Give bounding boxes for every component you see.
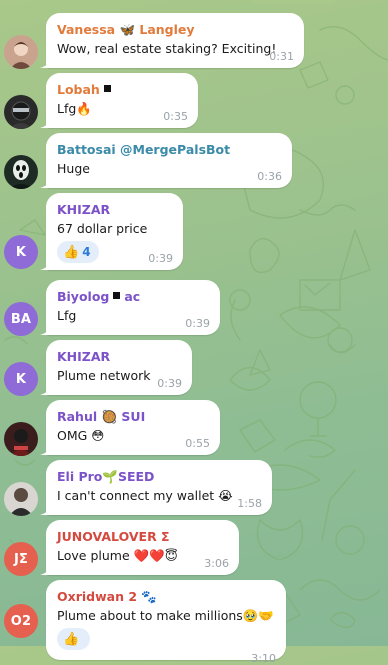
sender-name[interactable]: KHIZAR [57,348,181,366]
avatar-initials: JΣ [13,551,29,567]
message-text: I can't connect my wallet 😭 [57,488,233,503]
avatar[interactable]: BA [4,302,38,336]
avatar[interactable]: K [4,362,38,396]
reaction-count: 4 [82,245,91,259]
avatar[interactable] [4,35,38,69]
message-bubble[interactable]: Rahul 🥘 SUI OMG 😳 0:55 [40,400,220,455]
sender-name[interactable]: Vanessa 🦋 Langley [57,21,293,39]
message-time: 0:35 [163,110,188,123]
avatar-initials: BA [10,311,32,327]
sender-name[interactable]: Biyolog ac [57,288,209,306]
ninja-icon [103,85,111,92]
message-text: Wow, real estate staking? Exciting! [57,41,277,56]
message-bubble[interactable]: Vanessa 🦋 Langley Wow, real estate staki… [40,13,304,68]
sender-name[interactable]: Eli Pro🌱SEED [57,468,261,486]
message-bubble[interactable]: KHIZAR 67 dollar price 👍 4 0:39 [40,193,183,270]
message-time: 1:58 [237,497,262,510]
message-item[interactable]: K KHIZAR 67 dollar price 👍 4 0:39 [0,193,388,271]
message-item[interactable]: Rahul 🥘 SUI OMG 😳 0:55 [0,400,388,460]
avatar-initials: K [15,371,27,387]
message-bubble[interactable]: JUNOVALOVER Σ Love plume ❤️❤️😇 3:06 [40,520,239,575]
sender-name[interactable]: JUNOVALOVER Σ [57,528,228,546]
message-time: 3:06 [204,557,229,570]
avatar-initials: O2 [10,613,32,629]
message-text: 67 dollar price [57,221,148,236]
message-bubble[interactable]: Eli Pro🌱SEED I can't connect my wallet 😭… [40,460,272,515]
message-bubble[interactable]: Lobah Lfg🔥 0:35 [40,73,198,128]
message-item[interactable]: Battosai @MergePalsBot Huge 0:36 [0,133,388,193]
avatar[interactable]: O2 [4,604,38,638]
message-list[interactable]: Vanessa 🦋 Langley Wow, real estate staki… [0,0,388,665]
thumbs-up-icon: 👍 [63,244,80,260]
sender-name[interactable]: Lobah [57,81,187,99]
message-bubble[interactable]: Biyolog ac Lfg 0:39 [40,280,220,335]
avatar[interactable] [4,95,38,129]
message-bubble[interactable]: KHIZAR Plume network 0:39 [40,340,192,395]
message-item[interactable]: JΣ JUNOVALOVER Σ Love plume ❤️❤️😇 3:06 [0,520,388,580]
message-text: Huge [57,161,90,176]
message-time: 0:39 [185,317,210,330]
sender-name[interactable]: Oxridwan 2 🐾 [57,588,275,606]
message-time: 3:10 [251,652,276,665]
message-item[interactable]: Lobah Lfg🔥 0:35 [0,73,388,133]
message-bubble[interactable]: Battosai @MergePalsBot Huge 0:36 [40,133,292,188]
reaction-chip[interactable]: 👍 [57,628,91,650]
message-time: 0:31 [269,50,294,63]
message-bubble[interactable]: Oxridwan 2 🐾 Plume about to make million… [46,580,286,665]
avatar[interactable] [4,422,38,456]
message-item[interactable]: K KHIZAR Plume network 0:39 [0,340,388,400]
avatar-initials: K [15,244,27,260]
sender-name-suffix: ac [124,289,141,304]
thumbs-up-icon: 👍 [63,631,80,647]
message-text: Plume about to make millions🥹🤝 [57,608,274,623]
message-item[interactable]: BA Biyolog ac Lfg 0:39 [0,280,388,340]
sender-name[interactable]: KHIZAR [57,201,172,219]
avatar[interactable] [4,482,38,516]
avatar[interactable]: K [4,235,38,269]
sender-name-label: Lobah [57,82,100,97]
avatar[interactable] [4,155,38,189]
ninja-icon [113,292,121,299]
message-text: Love plume ❤️❤️😇 [57,548,178,563]
message-time: 0:39 [148,252,173,265]
message-item[interactable]: Vanessa 🦋 Langley Wow, real estate staki… [0,13,388,73]
avatar[interactable]: JΣ [4,542,38,576]
message-time: 0:39 [157,377,182,390]
message-time: 0:36 [257,170,282,183]
message-time: 0:55 [185,437,210,450]
sender-name[interactable]: Battosai @MergePalsBot [57,141,281,159]
sender-name-label: Biyolog [57,289,110,304]
message-item[interactable]: Eli Pro🌱SEED I can't connect my wallet 😭… [0,460,388,520]
message-item[interactable]: O2 Oxridwan 2 🐾 Plume about to make mill… [0,580,388,665]
reaction-chip[interactable]: 👍 4 [57,241,99,263]
sender-name[interactable]: Rahul 🥘 SUI [57,408,209,426]
